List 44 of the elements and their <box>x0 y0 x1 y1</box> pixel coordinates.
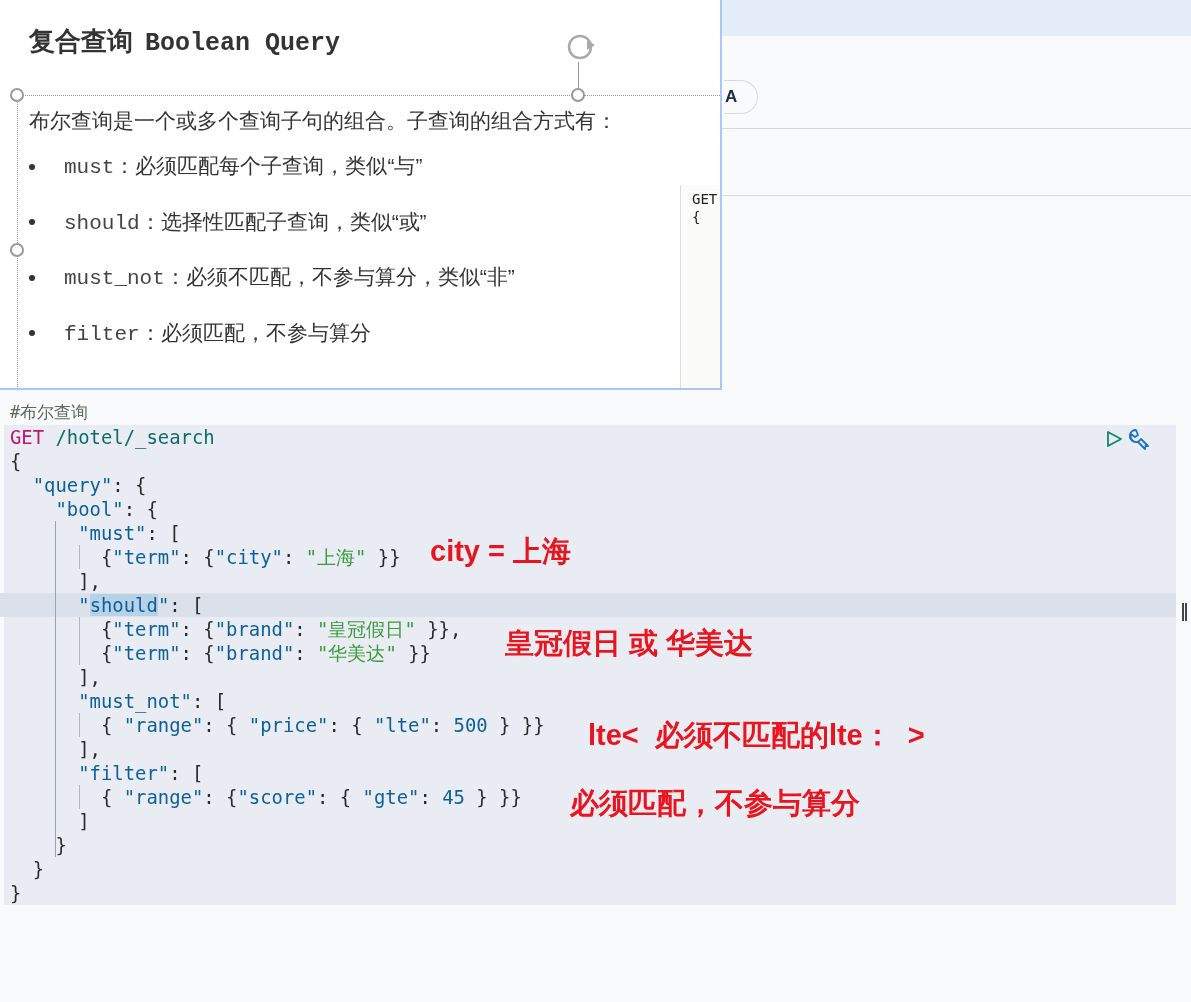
code-line: {"term": {"brand": "皇冠假日" }}, <box>100 617 462 641</box>
selection-handle-icon[interactable] <box>10 88 24 102</box>
code-line: } <box>31 857 45 881</box>
code-line: { <box>10 449 22 473</box>
code-line: ], <box>77 569 101 593</box>
bullet-icon <box>29 274 35 281</box>
bullet-text: should：选择性匹配子查询，类似“或” <box>64 208 427 237</box>
bullet-icon <box>29 163 35 170</box>
annotation-text: city = 上海 <box>430 534 572 569</box>
code-line: "should": [ <box>77 593 204 617</box>
slide-title: 复合查询 <box>29 25 133 58</box>
play-icon[interactable] <box>1105 430 1123 448</box>
annotation-text: 皇冠假日 或 华美达 <box>505 626 754 661</box>
bullet-text: filter：必须匹配，不参与算分 <box>64 319 371 348</box>
code-line: "query": { <box>31 473 147 497</box>
code-line: ], <box>77 665 101 689</box>
code-line: ], <box>77 737 101 761</box>
bullet-text: must_not：必须不匹配，不参与算分，类似“非” <box>64 264 515 292</box>
code-line: ] <box>77 809 90 833</box>
code-line: "bool": { <box>54 497 158 521</box>
selection-handle-icon[interactable] <box>10 243 24 257</box>
code-comment: #布尔查询 <box>10 400 89 424</box>
code-line: {"term": {"brand": "华美达" }} <box>100 641 431 665</box>
code-line: { "range": {"score": { "gte": 45 } }} <box>100 785 522 809</box>
fragment-text: { <box>692 208 702 226</box>
annotation-text: lte< 必须不匹配的lte： > <box>588 718 925 753</box>
fragment-text: GET <box>692 190 719 208</box>
resize-handle-icon[interactable] <box>1182 603 1187 621</box>
bullet-text: must：必须匹配每个子查询，类似“与” <box>64 153 423 181</box>
code-line: { "range": { "price": { "lte": 500 } }} <box>100 713 545 737</box>
code-line: } <box>54 833 67 857</box>
code-line: } <box>10 881 22 905</box>
wrench-icon[interactable] <box>1128 428 1152 452</box>
slide-title-code: Boolean Query <box>145 28 341 60</box>
selection-handle-icon[interactable] <box>571 88 585 102</box>
code-line: "must": [ <box>77 521 181 545</box>
code-line: {"term": {"city": "上海" }} <box>100 545 401 569</box>
bullet-icon <box>29 219 35 226</box>
annotation-text: 必须匹配，不参与算分 <box>570 786 860 821</box>
code-line: "filter": [ <box>77 761 204 785</box>
bullet-icon <box>29 330 35 337</box>
code-line: GET /hotel/_search <box>10 425 215 449</box>
slide-intro: 布尔查询是一个或多个查询子句的组合。子查询的组合方式有： <box>29 107 618 134</box>
code-line: "must_not": [ <box>77 689 227 713</box>
